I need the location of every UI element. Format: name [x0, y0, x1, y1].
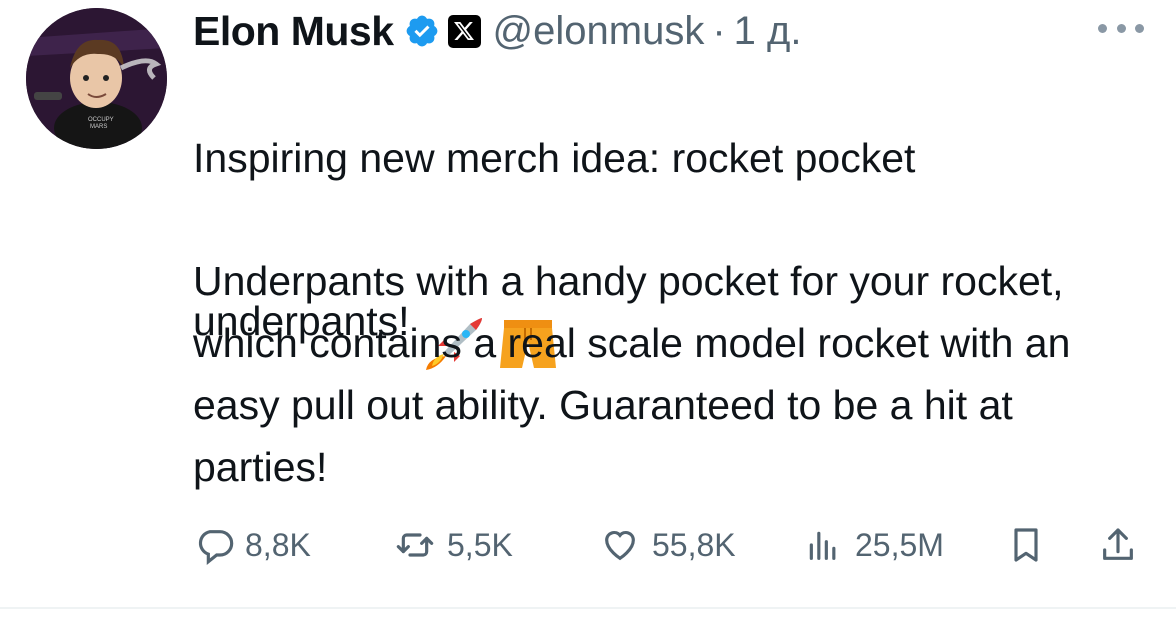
- author-handle[interactable]: @elonmusk: [493, 9, 705, 54]
- verified-badge-icon[interactable]: [404, 13, 440, 49]
- tweet-actions: 8,8K 5,5K 55,8K 25,5M: [193, 520, 1153, 570]
- tweet-text-paragraph-2: Underpants with a handy pocket for your …: [193, 258, 1071, 490]
- like-button[interactable]: 55,8K: [598, 520, 736, 570]
- divider: [0, 607, 1176, 609]
- heart-icon: [605, 530, 635, 561]
- views-icon: [809, 531, 836, 560]
- bookmark-button[interactable]: [1006, 520, 1046, 570]
- tweet-card[interactable]: OCCUPY MARS Elon Musk @elonmusk · 1 д. I…: [0, 0, 1176, 609]
- svg-text:MARS: MARS: [90, 124, 107, 130]
- reply-icon: [198, 530, 234, 565]
- share-icon: [1103, 528, 1133, 560]
- like-count: 55,8K: [652, 526, 736, 563]
- x-logo-icon[interactable]: [447, 14, 481, 48]
- reply-count: 8,8K: [245, 526, 311, 563]
- more-options-icon[interactable]: [1098, 18, 1144, 38]
- tweet-header: Elon Musk @elonmusk · 1 д.: [193, 6, 801, 56]
- bookmark-icon: [1014, 528, 1038, 562]
- tweet-text-line1: Inspiring new merch idea: rocket pocket: [193, 135, 916, 181]
- share-button[interactable]: [1098, 520, 1138, 570]
- repost-count: 5,5K: [447, 526, 513, 563]
- avatar[interactable]: OCCUPY MARS: [26, 8, 167, 149]
- separator-dot: ·: [712, 8, 726, 53]
- reply-button[interactable]: 8,8K: [195, 520, 311, 570]
- timestamp[interactable]: 1 д.: [734, 9, 802, 54]
- repost-icon: [396, 533, 434, 557]
- author-name[interactable]: Elon Musk: [193, 8, 394, 55]
- svg-text:OCCUPY: OCCUPY: [88, 117, 114, 123]
- repost-button[interactable]: 5,5K: [393, 520, 513, 570]
- views-count: 25,5M: [855, 526, 944, 563]
- views-button[interactable]: 25,5M: [801, 520, 944, 570]
